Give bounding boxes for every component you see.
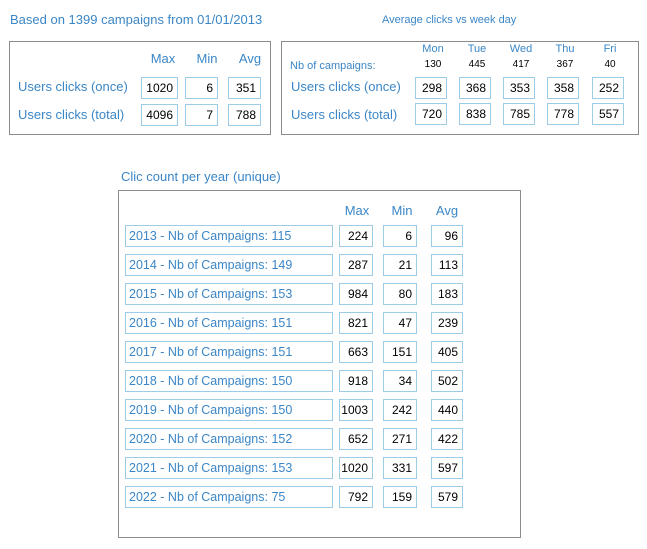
year-cell[interactable]: 1003 <box>339 399 373 421</box>
summary-cell[interactable]: 4096 <box>141 104 178 126</box>
year-cell[interactable]: 271 <box>383 428 417 450</box>
week-cell[interactable]: 778 <box>547 103 579 125</box>
day-tue: Tue <box>467 43 487 55</box>
weekday-panel: Nb of campaigns: Mon Tue Wed Thu Fri 130… <box>281 41 639 135</box>
week-row-label: Users clicks (total) <box>291 107 398 122</box>
year-row-label[interactable]: 2013 - Nb of Campaigns: 115 <box>125 225 333 247</box>
summary-cell[interactable]: 788 <box>228 104 261 126</box>
year-row-label[interactable]: 2021 - Nb of Campaigns: 153 <box>125 457 333 479</box>
week-cell[interactable]: 358 <box>547 77 579 99</box>
year-cell[interactable]: 96 <box>431 225 463 247</box>
year-row-label[interactable]: 2014 - Nb of Campaigns: 149 <box>125 254 333 276</box>
year-cell[interactable]: 440 <box>431 399 463 421</box>
week-cell[interactable]: 298 <box>415 77 447 99</box>
year-cell[interactable]: 821 <box>339 312 373 334</box>
summary-col-min: Min <box>196 51 218 66</box>
year-cell[interactable]: 80 <box>383 283 417 305</box>
summary-cell[interactable]: 7 <box>185 104 218 126</box>
summary-cell[interactable]: 1020 <box>141 77 178 99</box>
year-cell[interactable]: 918 <box>339 370 373 392</box>
summary-panel: Max Min Avg Users clicks (once) 1020 6 3… <box>9 41 271 135</box>
year-cell[interactable]: 113 <box>431 254 463 276</box>
year-cell[interactable]: 792 <box>339 486 373 508</box>
day-mon: Mon <box>422 43 444 55</box>
year-cell[interactable]: 151 <box>383 341 417 363</box>
year-cell[interactable]: 405 <box>431 341 463 363</box>
year-col-min: Min <box>391 203 413 218</box>
year-cell[interactable]: 663 <box>339 341 373 363</box>
campaign-count: 130 <box>424 59 442 70</box>
year-cell[interactable]: 984 <box>339 283 373 305</box>
campaign-count: 40 <box>604 59 616 70</box>
year-cell[interactable]: 652 <box>339 428 373 450</box>
summary-cell[interactable]: 351 <box>228 77 261 99</box>
summary-row-label: Users clicks (once) <box>18 79 128 94</box>
year-cell[interactable]: 242 <box>383 399 417 421</box>
summary-title: Based on 1399 campaigns from 01/01/2013 <box>10 12 263 27</box>
week-cell[interactable]: 785 <box>503 103 535 125</box>
year-cell[interactable]: 239 <box>431 312 463 334</box>
year-cell[interactable]: 21 <box>383 254 417 276</box>
day-wed: Wed <box>509 43 533 55</box>
summary-row-label: Users clicks (total) <box>18 107 125 122</box>
year-cell[interactable]: 47 <box>383 312 417 334</box>
year-cell[interactable]: 1020 <box>339 457 373 479</box>
campaigns-label: Nb of campaigns: <box>290 60 376 72</box>
year-row-label[interactable]: 2022 - Nb of Campaigns: 75 <box>125 486 333 508</box>
year-cell[interactable]: 6 <box>383 225 417 247</box>
year-col-avg: Avg <box>435 203 459 218</box>
year-row-label[interactable]: 2016 - Nb of Campaigns: 151 <box>125 312 333 334</box>
campaign-count: 417 <box>512 59 530 70</box>
summary-col-max: Max <box>150 51 176 66</box>
campaign-count: 445 <box>468 59 486 70</box>
week-cell[interactable]: 720 <box>415 103 447 125</box>
week-row-label: Users clicks (once) <box>291 79 401 94</box>
week-cell[interactable]: 838 <box>459 103 491 125</box>
day-fri: Fri <box>603 43 617 55</box>
year-col-max: Max <box>344 203 370 218</box>
year-cell[interactable]: 579 <box>431 486 463 508</box>
year-cell[interactable]: 159 <box>383 486 417 508</box>
week-cell[interactable]: 557 <box>592 103 624 125</box>
year-title: Clic count per year (unique) <box>121 169 281 184</box>
year-cell[interactable]: 502 <box>431 370 463 392</box>
year-row-label[interactable]: 2018 - Nb of Campaigns: 150 <box>125 370 333 392</box>
year-cell[interactable]: 183 <box>431 283 463 305</box>
campaign-count: 367 <box>556 59 574 70</box>
day-thu: Thu <box>555 43 575 55</box>
year-cell[interactable]: 34 <box>383 370 417 392</box>
summary-cell[interactable]: 6 <box>185 77 218 99</box>
week-title: Average clicks vs week day <box>382 14 517 26</box>
week-cell[interactable]: 353 <box>503 77 535 99</box>
week-cell[interactable]: 368 <box>459 77 491 99</box>
year-cell[interactable]: 597 <box>431 457 463 479</box>
year-row-label[interactable]: 2015 - Nb of Campaigns: 153 <box>125 283 333 305</box>
year-row-label[interactable]: 2017 - Nb of Campaigns: 151 <box>125 341 333 363</box>
year-cell[interactable]: 422 <box>431 428 463 450</box>
week-cell[interactable]: 252 <box>592 77 624 99</box>
year-cell[interactable]: 287 <box>339 254 373 276</box>
year-cell[interactable]: 331 <box>383 457 417 479</box>
year-row-label[interactable]: 2020 - Nb of Campaigns: 152 <box>125 428 333 450</box>
yearly-panel: Max Min Avg 2013 - Nb of Campaigns: 115 2… <box>118 190 521 538</box>
year-row-label[interactable]: 2019 - Nb of Campaigns: 150 <box>125 399 333 421</box>
summary-col-avg: Avg <box>238 51 262 66</box>
year-cell[interactable]: 224 <box>339 225 373 247</box>
